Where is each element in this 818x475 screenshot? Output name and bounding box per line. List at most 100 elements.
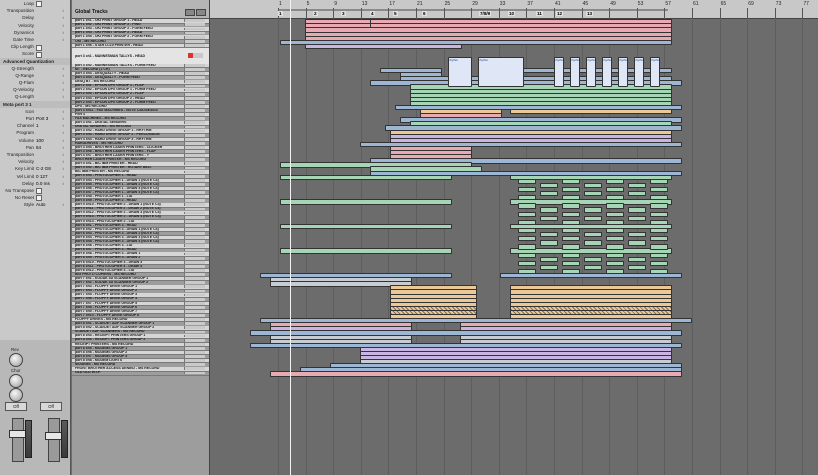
- stepper-icon[interactable]: ↕: [62, 22, 64, 29]
- midi-region-rhythm[interactable]: rhythm: [650, 57, 660, 87]
- track-mute-solo-buttons[interactable]: [184, 113, 205, 117]
- midi-region[interactable]: [518, 252, 536, 258]
- inspector-row[interactable]: Loop: [0, 0, 70, 8]
- arrangement-marker[interactable]: 3: [341, 11, 346, 16]
- midi-region[interactable]: [518, 186, 536, 193]
- midi-region[interactable]: [628, 207, 646, 213]
- track-mute-solo-buttons[interactable]: [184, 162, 205, 166]
- stepper-icon[interactable]: ↕: [62, 93, 64, 100]
- track-mute-solo-buttons[interactable]: [184, 80, 205, 84]
- track-mute-solo-buttons[interactable]: [184, 244, 205, 248]
- track-mute-solo-buttons[interactable]: [184, 260, 205, 264]
- inspector-row[interactable]: Q-Flam ↕: [0, 79, 70, 86]
- track-mute-solo-buttons[interactable]: [184, 223, 205, 227]
- midi-region[interactable]: [305, 43, 462, 50]
- track-mute-solo-buttons[interactable]: [184, 121, 205, 125]
- stepper-icon[interactable]: ↕: [62, 115, 64, 122]
- track-mute-solo-buttons[interactable]: [184, 211, 205, 215]
- midi-region[interactable]: [540, 264, 558, 271]
- track-mute-solo-buttons[interactable]: [184, 154, 205, 158]
- midi-region[interactable]: [650, 211, 668, 217]
- track-mute-solo-buttons[interactable]: [184, 297, 205, 301]
- track-mute-solo-buttons[interactable]: [184, 240, 205, 244]
- track-mute-solo-buttons[interactable]: [184, 174, 205, 178]
- arrangement-marker[interactable]: 7/8/9: [479, 11, 492, 16]
- midi-region[interactable]: [606, 244, 624, 250]
- stepper-icon[interactable]: ↕: [62, 108, 64, 115]
- track-mute-solo-buttons[interactable]: [184, 141, 205, 145]
- track-mute-solo-buttons[interactable]: [184, 318, 205, 322]
- midi-region[interactable]: [606, 203, 624, 209]
- track-mute-solo-buttons[interactable]: [184, 232, 205, 235]
- track-mute-solo-buttons[interactable]: [184, 363, 205, 367]
- midi-region[interactable]: [562, 244, 580, 250]
- midi-region[interactable]: [606, 268, 624, 275]
- track-mute-solo-buttons[interactable]: [184, 330, 205, 334]
- midi-region[interactable]: [562, 195, 580, 201]
- inspector-section-header[interactable]: Mota port 3 1: [0, 100, 70, 108]
- stepper-icon[interactable]: ↕: [62, 29, 64, 36]
- stepper-icon[interactable]: ↕: [62, 14, 64, 21]
- stepper-icon[interactable]: ↕: [62, 144, 64, 151]
- global-tracks-header[interactable]: Global Tracks: [72, 0, 209, 19]
- playhead[interactable]: [290, 0, 291, 475]
- inspector-row[interactable]: No Reset: [0, 194, 70, 202]
- midi-region[interactable]: [518, 195, 536, 201]
- midi-region[interactable]: [584, 240, 602, 246]
- midi-region[interactable]: [584, 264, 602, 271]
- track-mute-solo-buttons[interactable]: [184, 23, 205, 27]
- track-mute-solo-buttons[interactable]: [184, 137, 205, 141]
- track-mute-solo-buttons[interactable]: [184, 64, 205, 67]
- stepper-icon[interactable]: ↕: [62, 158, 64, 165]
- midi-region[interactable]: [562, 211, 580, 217]
- track-header[interactable]: OLD OLD W.I.P.: [72, 371, 209, 376]
- track-mute-solo-buttons[interactable]: [184, 207, 205, 211]
- track-mute-solo-buttons[interactable]: [184, 125, 205, 129]
- midi-region-rhythm[interactable]: rhythm: [634, 57, 644, 87]
- midi-region[interactable]: [606, 260, 624, 267]
- stepper-icon[interactable]: ↕: [62, 129, 64, 136]
- inspector-row-value[interactable]: 0.0 ms: [36, 180, 50, 187]
- midi-region[interactable]: [650, 219, 668, 226]
- arrangement-marker[interactable]: 13: [586, 11, 594, 16]
- inspector-row[interactable]: Vel Limit 0 127 ↕: [0, 173, 70, 180]
- inspector-row[interactable]: Transposition ↕: [0, 7, 70, 14]
- insert-off-button-right[interactable]: Off: [40, 402, 62, 411]
- track-mute-solo-buttons[interactable]: [184, 203, 205, 207]
- midi-region-rhythm[interactable]: rhythm: [618, 57, 628, 87]
- track-mute-solo-buttons[interactable]: [184, 301, 205, 305]
- track-mute-solo-buttons[interactable]: [184, 150, 205, 153]
- midi-region[interactable]: [518, 268, 536, 275]
- pan-knob[interactable]: [9, 388, 23, 402]
- inspector-row-value[interactable]: 0 127: [36, 173, 48, 180]
- record-enable-button[interactable]: [188, 52, 193, 58]
- track-mute-solo-buttons[interactable]: [184, 195, 205, 199]
- midi-region[interactable]: [280, 174, 452, 180]
- midi-region[interactable]: [650, 195, 668, 201]
- inspector-row[interactable]: Q-Length ↕: [0, 93, 70, 100]
- track-mute-solo-buttons[interactable]: [184, 158, 205, 162]
- midi-region[interactable]: [540, 240, 558, 246]
- midi-region[interactable]: [562, 227, 580, 234]
- inspector-row[interactable]: Q-Range ↕: [0, 72, 70, 79]
- midi-region[interactable]: [540, 256, 558, 262]
- midi-region[interactable]: [650, 268, 668, 275]
- insert-off-button-left[interactable]: Off: [5, 402, 27, 411]
- inspector-row[interactable]: No Transpose: [0, 187, 70, 195]
- inspector-row[interactable]: Pan 64 ↕: [0, 144, 70, 151]
- inspector-row[interactable]: Transposition ↕: [0, 151, 70, 158]
- track-mute-solo-buttons[interactable]: [184, 117, 205, 121]
- midi-region[interactable]: [650, 186, 668, 193]
- stepper-icon[interactable]: ↕: [62, 173, 64, 180]
- track-mute-solo-buttons[interactable]: [184, 39, 205, 43]
- track-mute-solo-buttons[interactable]: [184, 277, 205, 281]
- midi-region[interactable]: [584, 191, 602, 197]
- arrangement-marker[interactable]: 6: [422, 11, 427, 16]
- arrange-area[interactable]: 1591317212529333741454953576165697377811…: [210, 0, 818, 475]
- midi-region[interactable]: [562, 178, 580, 185]
- arrangement-marker[interactable]: 5: [393, 11, 398, 16]
- track-mute-solo-buttons[interactable]: [184, 68, 205, 71]
- track-mute-solo-buttons[interactable]: [184, 346, 205, 350]
- track-mute-solo-buttons[interactable]: [184, 182, 205, 186]
- midi-region[interactable]: [518, 219, 536, 226]
